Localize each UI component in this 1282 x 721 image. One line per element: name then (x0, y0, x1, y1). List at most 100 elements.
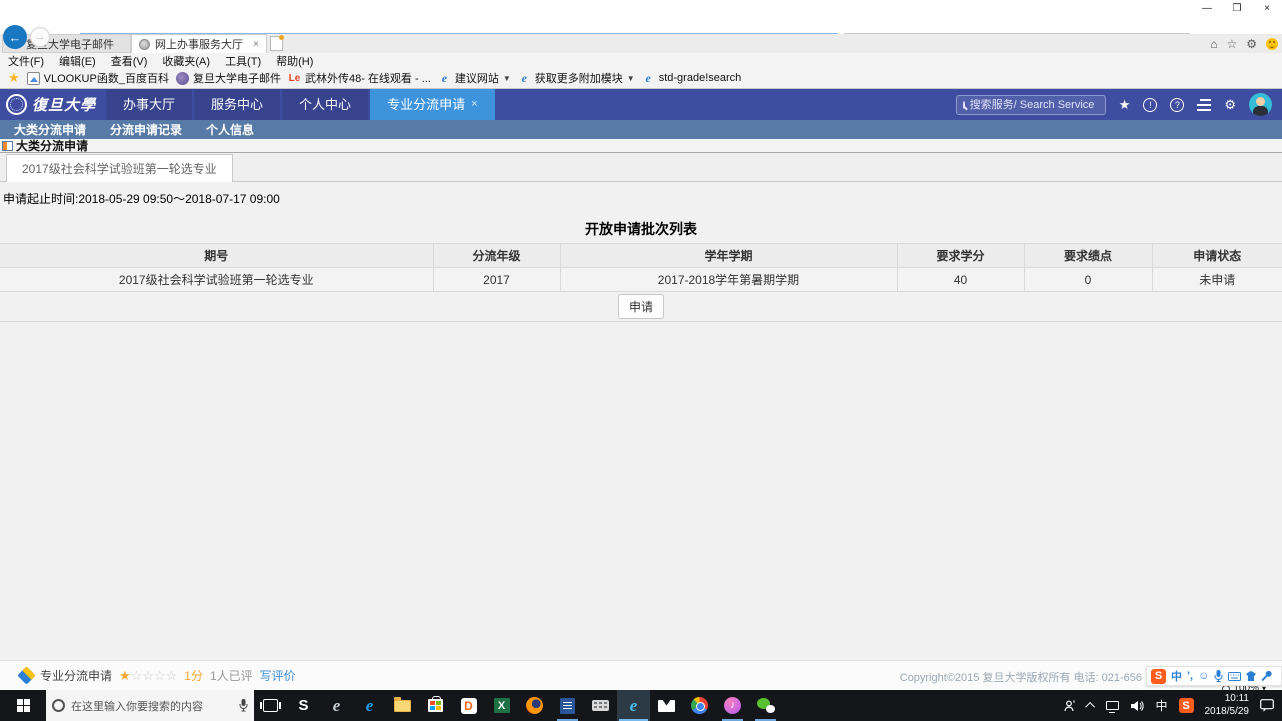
rating-count: 1人已评 (209, 669, 253, 683)
app-wechat[interactable] (749, 690, 782, 721)
tray-chevron-up-icon[interactable] (1085, 701, 1096, 712)
skin-shirt-icon[interactable] (1246, 670, 1257, 682)
menu-bar: 文件(F) 编辑(E) 查看(V) 收藏夹(A) 工具(T) 帮助(H) (0, 53, 1282, 68)
rating-stars[interactable]: ★☆☆☆☆ (119, 668, 177, 684)
service-search-box[interactable] (955, 94, 1112, 115)
gear-icon[interactable]: ⚙ (1224, 97, 1236, 113)
back-button[interactable]: ← (3, 25, 27, 49)
app-excel[interactable]: X (485, 690, 518, 721)
tray-ime-indicator[interactable]: 中 (1155, 697, 1167, 714)
footer-app-name: 专业分流申请 (40, 669, 113, 683)
app-ie-active[interactable]: e (617, 690, 650, 721)
cell-batch-name: 2017级社会科学试验班第一轮选专业 (0, 267, 434, 292)
maximize-button[interactable]: ❒ (1222, 0, 1252, 16)
service-search-input[interactable] (969, 98, 1112, 111)
subnav-personal-info[interactable]: 个人信息 (206, 121, 254, 138)
ime-punct-indicator[interactable]: ’, (1187, 670, 1193, 682)
app-firefox[interactable] (518, 690, 551, 721)
keyboard-icon[interactable] (1228, 671, 1242, 681)
network-icon[interactable] (1106, 701, 1120, 713)
sogou-logo-icon[interactable]: S (1151, 668, 1166, 684)
favorite-item[interactable]: e 建议网站 ▼ (438, 70, 511, 86)
apply-button[interactable]: 申请 (617, 293, 664, 319)
app-word-document[interactable] (551, 690, 584, 721)
subnav-application-records[interactable]: 分流申请记录 (110, 121, 182, 138)
taskbar-search-box[interactable]: 在这里输入你要搜索的内容 (46, 690, 254, 721)
tab-close-icon[interactable]: × (253, 39, 259, 50)
close-button[interactable]: × (1252, 0, 1282, 16)
favorite-item[interactable]: e std-grade!search (642, 70, 742, 85)
menu-help[interactable]: 帮助(H) (276, 53, 313, 69)
batch-tab[interactable]: 2017级社会科学试验班第一轮选专业 (6, 154, 233, 182)
write-review-link[interactable]: 写评价 (260, 667, 296, 684)
excel-icon: X (493, 698, 510, 713)
table-title: 开放申请批次列表 (585, 221, 697, 237)
microphone-icon[interactable] (1214, 670, 1223, 682)
app-file-explorer[interactable] (386, 690, 419, 721)
add-favorite-star-icon[interactable]: ★ (8, 70, 20, 86)
nav-service-center[interactable]: 服务中心 (194, 89, 281, 120)
app-potplayer[interactable]: D (452, 690, 485, 721)
favorites-star-icon[interactable]: ☆ (1226, 37, 1237, 51)
minimize-button[interactable]: — (1192, 0, 1222, 16)
menu-tools[interactable]: 工具(T) (225, 53, 261, 69)
microphone-icon[interactable] (239, 699, 248, 712)
col-header-batch: 期号 (0, 243, 434, 268)
app-edge[interactable]: e (353, 690, 386, 721)
tray-sogou-icon[interactable]: S (1178, 698, 1194, 713)
emoji-icon[interactable]: ☺ (1198, 670, 1209, 682)
toolbox-wrench-icon[interactable] (1261, 670, 1272, 682)
app-microsoft-store[interactable] (419, 690, 452, 721)
menu-favorites[interactable]: 收藏夹(A) (162, 53, 210, 69)
favorite-label: std-grade!search (658, 72, 742, 84)
star-icon[interactable]: ★ (1119, 97, 1131, 113)
app-pinwheel[interactable]: S (287, 690, 320, 721)
table-row[interactable]: 2017级社会科学试验班第一轮选专业 2017 2017-2018学年第暑期学期… (0, 267, 1282, 292)
menu-view[interactable]: 查看(V) (111, 53, 148, 69)
sogou-ime-bar[interactable]: S 中 ’, ☺ (1146, 666, 1282, 686)
task-view-button[interactable] (254, 690, 287, 721)
itunes-icon: ♪ (724, 697, 741, 714)
cortana-icon (52, 699, 65, 712)
active-tab-label: 专业分流申请 (387, 97, 466, 112)
nav-tab-major-application[interactable]: 专业分流申请 × (370, 89, 495, 120)
list-icon[interactable] (1197, 98, 1212, 111)
new-tab-button[interactable] (270, 35, 284, 51)
app-mail[interactable] (650, 690, 683, 721)
home-icon[interactable]: ⌂ (1210, 37, 1217, 51)
browser-titlebar: — ❒ × (0, 0, 1282, 16)
app-input-keyboard[interactable] (584, 690, 617, 721)
volume-icon[interactable] (1130, 700, 1145, 712)
favorite-label: 获取更多附加模块 (534, 73, 623, 85)
favorite-item[interactable]: 复旦大学电子邮件 (175, 70, 281, 86)
info-icon[interactable]: ! (1143, 97, 1158, 112)
feedback-smiley-icon[interactable] (1266, 37, 1278, 50)
app-ie-pinned[interactable]: e (320, 690, 353, 721)
section-header: 大类分流申请 (0, 139, 1282, 153)
favorite-item[interactable]: Le 武林外传48- 在线观看 - ... (288, 70, 431, 86)
browser-tab-ehall[interactable]: 网上办事服务大厅 × (131, 34, 267, 53)
taskbar-clock[interactable]: 10:11 2018/5/29 (1205, 693, 1250, 718)
forward-button[interactable]: → (30, 27, 50, 47)
start-button[interactable] (0, 690, 46, 721)
app-itunes[interactable]: ♪ (716, 690, 749, 721)
menu-file[interactable]: 文件(F) (8, 53, 44, 69)
favorite-item[interactable]: VLOOKUP函数_百度百科 (26, 70, 169, 86)
tab-close-icon[interactable]: × (471, 89, 477, 120)
settings-gear-icon[interactable]: ⚙ (1246, 37, 1257, 51)
favorite-item[interactable]: e 获取更多附加模块 ▼ (518, 70, 635, 86)
ie-favicon-icon: e (521, 70, 527, 85)
app-chrome[interactable] (683, 690, 716, 721)
subnav-category-application[interactable]: 大类分流申请 (14, 121, 86, 138)
action-center-icon[interactable] (1260, 699, 1274, 712)
menu-edit[interactable]: 编辑(E) (59, 53, 96, 69)
help-icon[interactable]: ? (1170, 97, 1185, 112)
ie-favicon-icon: e (645, 70, 651, 85)
portal-subnav: 大类分流申请 分流申请记录 个人信息 (0, 120, 1282, 139)
ime-mode-indicator[interactable]: 中 (1171, 668, 1182, 684)
user-avatar[interactable] (1249, 93, 1272, 116)
people-icon[interactable]: ᴿ (1064, 700, 1077, 712)
nav-service-hall[interactable]: 办事大厅 (106, 89, 193, 120)
nav-personal-center[interactable]: 个人中心 (282, 89, 369, 120)
apply-period-text: 申请起止时间:2018-05-29 09:50～2018-07-17 09:00 (3, 192, 280, 206)
